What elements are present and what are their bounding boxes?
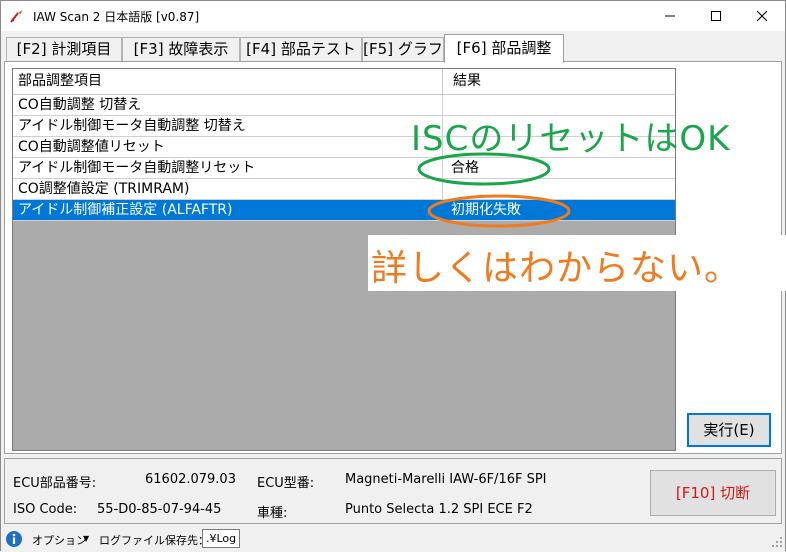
option-menu[interactable]: オプション xyxy=(32,532,87,548)
row-result: 初期化失敗 xyxy=(451,202,521,218)
annotation-green-text: ISCのリセットはOK xyxy=(411,119,731,159)
maximize-icon xyxy=(711,11,721,21)
header-result[interactable]: 結果 xyxy=(443,69,675,94)
caret-down-icon[interactable]: ▼ xyxy=(83,534,89,543)
tab-measurement[interactable]: [F2] 計測項目 xyxy=(6,37,122,61)
ecu-model-label: ECU型番: xyxy=(257,476,315,491)
close-button[interactable] xyxy=(739,1,785,31)
log-destination-label: ログファイル保存先： xyxy=(99,534,209,547)
vehicle-value: Punto Selecta 1.2 SPI ECE F2 xyxy=(345,502,533,517)
close-icon xyxy=(756,10,768,22)
ecu-part-value: 61602.079.03 xyxy=(145,472,236,487)
window-title: IAW Scan 2 日本語版 [v0.87] xyxy=(33,10,200,24)
execute-button[interactable]: 実行(E) xyxy=(687,413,771,447)
tab-bar: [F2] 計測項目 [F3] 故障表示 [F4] 部品テスト [F5] グラフ … xyxy=(6,34,782,63)
maximize-button[interactable] xyxy=(693,1,739,31)
iso-code-label: ISO Code: xyxy=(13,502,78,517)
minimize-button[interactable] xyxy=(647,1,693,31)
table-row[interactable]: アイドル制御モータ自動調整リセット 合格 xyxy=(13,158,675,179)
row-item: アイドル制御モータ自動調整リセット xyxy=(13,158,443,178)
row-result xyxy=(443,179,675,199)
tab-parts-test[interactable]: [F4] 部品テスト xyxy=(240,37,362,61)
log-path-field[interactable]: .¥Log xyxy=(202,529,240,548)
app-window: IAW Scan 2 日本語版 [v0.87] [F2] 計測項目 [F3] 故… xyxy=(0,0,786,551)
annotation-orange-text: 詳しくはわからない。 xyxy=(371,248,742,289)
title-bar[interactable]: IAW Scan 2 日本語版 [v0.87] xyxy=(1,1,785,31)
header-item[interactable]: 部品調整項目 xyxy=(13,69,443,94)
row-item: アイドル制御モータ自動調整 切替え xyxy=(13,116,443,136)
tab-parts-adjust[interactable]: [F6] 部品調整 xyxy=(444,34,564,63)
grid-header: 部品調整項目 結果 xyxy=(13,69,675,95)
ecu-part-label: ECU部品番号: xyxy=(13,476,97,491)
minimize-icon xyxy=(665,15,675,17)
info-icon xyxy=(5,530,23,548)
row-item: アイドル制御補正設定 (ALFAFTR) xyxy=(13,200,443,220)
iso-code-value: 55-D0-85-07-94-45 xyxy=(97,502,222,517)
resize-grip-icon[interactable] xyxy=(771,536,783,548)
table-row-selected[interactable]: アイドル制御補正設定 (ALFAFTR) 初期化失敗 xyxy=(13,200,675,221)
ecu-model-value: Magneti-Marelli IAW-6F/16F SPI xyxy=(345,472,547,487)
vehicle-label: 車種: xyxy=(257,506,288,521)
table-row[interactable]: CO調整値設定 (TRIMRAM) xyxy=(13,179,675,200)
tab-fault-display[interactable]: [F3] 故障表示 xyxy=(122,37,240,61)
row-result: 合格 xyxy=(451,160,479,176)
row-item: CO自動調整 切替え xyxy=(13,95,443,115)
row-item: CO調整値設定 (TRIMRAM) xyxy=(13,179,443,199)
row-item: CO自動調整値リセット xyxy=(13,137,443,157)
app-icon xyxy=(9,8,25,24)
disconnect-button[interactable]: [F10] 切断 xyxy=(650,470,776,516)
tab-graph[interactable]: [F5] グラフ xyxy=(362,37,444,61)
